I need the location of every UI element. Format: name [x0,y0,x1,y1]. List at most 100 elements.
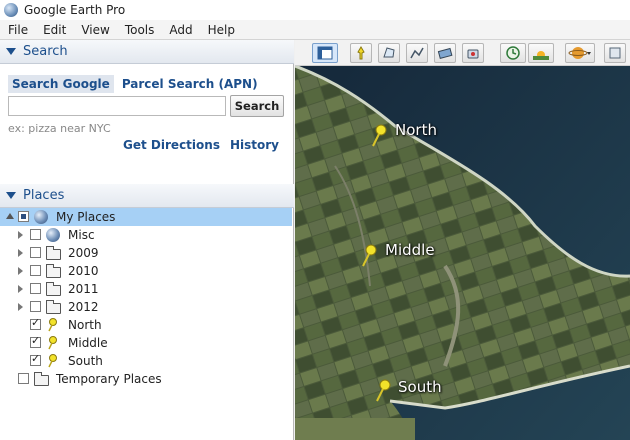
menu-bar: File Edit View Tools Add Help [0,20,630,40]
visibility-checkbox[interactable] [30,283,41,294]
menu-add[interactable]: Add [161,23,199,37]
search-hint: ex: pizza near NYC [8,122,111,135]
placemark-label-north[interactable]: North [395,121,437,139]
switch-planet-button[interactable] [565,43,595,63]
places-panel-title: Places [23,188,65,203]
visibility-checkbox[interactable] [30,229,41,240]
search-tabs: Search Google Parcel Search (APN) [8,75,262,93]
search-panel-title: Search [23,44,68,59]
add-path-icon [410,47,424,59]
tree-item[interactable]: 2009 [0,244,292,262]
add-image-overlay-button[interactable] [434,43,456,63]
tree-item[interactable]: Misc [0,226,292,244]
search-input[interactable] [8,96,226,116]
tree-item[interactable]: Middle [0,334,292,352]
places-panel-header[interactable]: Places [0,184,294,208]
tree-item[interactable]: 2012 [0,298,292,316]
more-button[interactable] [604,43,626,63]
expand-closed-icon[interactable] [18,267,23,275]
google-earth-icon [4,3,18,17]
menu-edit[interactable]: Edit [35,23,73,37]
historical-imagery-icon [506,46,520,60]
collapse-triangle-icon [6,48,16,55]
tree-item-label: Middle [68,336,108,350]
add-polygon-button[interactable] [378,43,400,63]
placemark-label-middle[interactable]: Middle [385,241,435,259]
north-pushpin-icon[interactable] [371,124,389,148]
menu-view[interactable]: View [73,23,116,37]
places-tree: My Places Misc 2009 2010 2011 2012 North Middle… [0,208,292,388]
tree-item-label: Misc [68,228,95,242]
tree-item-label: 2010 [68,264,99,278]
visibility-checkbox[interactable] [30,265,41,276]
visibility-checkbox[interactable] [18,211,29,222]
sunlight-icon [533,51,549,60]
menu-tools[interactable]: Tools [117,23,162,37]
visibility-checkbox[interactable] [30,352,41,366]
add-path-button[interactable] [406,43,428,63]
placemark-label-south[interactable]: South [398,378,442,396]
tree-item[interactable]: 2011 [0,280,292,298]
pushpin-icon [48,336,57,350]
expand-open-icon[interactable] [6,213,14,219]
globe-icon [46,228,60,242]
tab-search-google[interactable]: Search Google [8,75,114,93]
tree-item[interactable]: North [0,316,292,334]
globe-icon [34,210,48,224]
sidebar-toggle-icon [317,46,333,60]
search-button[interactable]: Search [230,95,284,117]
tree-item-label: South [68,354,103,368]
folder-icon [46,282,61,296]
more-icon [609,47,621,59]
add-image-overlay-icon [437,47,453,60]
record-tour-button[interactable] [462,43,484,63]
middle-pushpin-icon[interactable] [361,244,379,268]
add-polygon-icon [383,47,395,58]
expand-closed-icon[interactable] [18,249,23,257]
sidebar: Search Search Google Parcel Search (APN)… [0,40,294,440]
menu-file[interactable]: File [0,23,35,37]
folder-icon [46,246,61,260]
folder-icon [46,300,61,314]
visibility-checkbox[interactable] [30,247,41,258]
map-toolbar [295,40,630,66]
menu-help[interactable]: Help [200,23,242,37]
historical-imagery-button[interactable] [500,43,526,63]
expand-closed-icon[interactable] [18,231,23,239]
tree-item[interactable]: South [0,352,292,370]
tree-item-label: 2012 [68,300,99,314]
add-placemark-button[interactable] [350,43,372,63]
tree-item-label: 2009 [68,246,99,260]
tree-item-label: My Places [56,210,116,224]
folder-icon [46,264,61,278]
search-links: Get Directions History [123,138,279,152]
title-bar: Google Earth Pro [0,0,630,20]
aerial-imagery [295,66,630,440]
tree-item[interactable]: 2010 [0,262,292,280]
visibility-checkbox[interactable] [30,334,41,348]
visibility-checkbox[interactable] [30,301,41,312]
tree-item-label: North [68,318,102,332]
search-panel-header[interactable]: Search [0,40,294,64]
tree-item-label: 2011 [68,282,99,296]
visibility-checkbox[interactable] [30,316,41,330]
pushpin-icon [48,354,57,368]
tree-item[interactable]: Temporary Places [0,370,292,388]
sunlight-button[interactable] [528,43,554,63]
visibility-checkbox[interactable] [18,373,29,384]
collapse-triangle-icon [6,192,16,199]
sidebar-toggle-button[interactable] [312,43,338,63]
window-title: Google Earth Pro [24,3,126,17]
history-link[interactable]: History [230,138,279,152]
get-directions-link[interactable]: Get Directions [123,138,220,152]
expand-closed-icon[interactable] [18,285,23,293]
earth-map-view[interactable]: North Middle South [295,66,630,440]
pushpin-icon [48,318,57,332]
tree-item[interactable]: My Places [0,208,292,226]
add-placemark-icon [357,46,365,60]
tab-parcel-search[interactable]: Parcel Search (APN) [118,75,262,93]
folder-icon [34,372,49,386]
south-pushpin-icon[interactable] [375,379,393,403]
switch-planet-icon [568,47,591,59]
expand-closed-icon[interactable] [18,303,23,311]
